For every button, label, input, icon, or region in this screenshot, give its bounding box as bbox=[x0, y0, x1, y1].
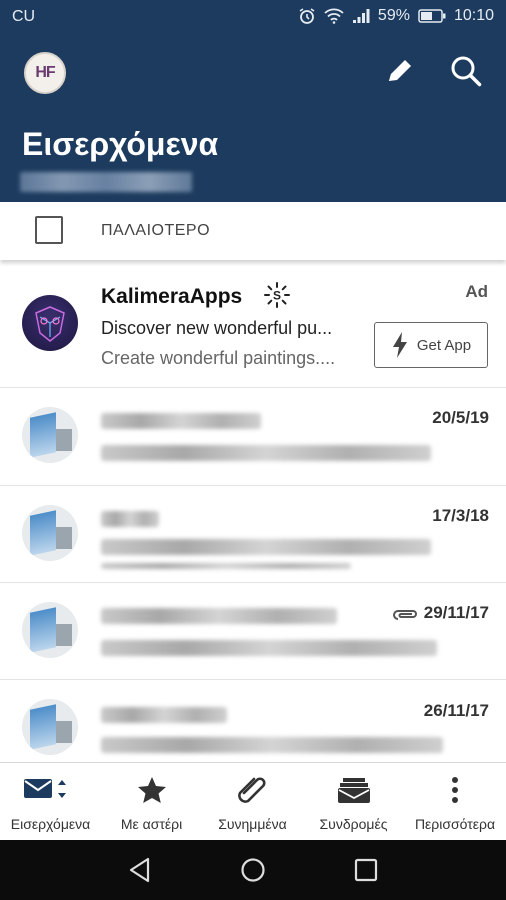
paperclip-icon bbox=[237, 777, 266, 803]
sender-blurred bbox=[101, 608, 337, 624]
nav-inbox-label: Εισερχόμενα bbox=[10, 816, 91, 832]
alarm-icon bbox=[299, 8, 315, 24]
system-nav-bar bbox=[0, 840, 506, 900]
status-bar: CU 59% 10:10 bbox=[0, 0, 506, 34]
message-date: 17/3/18 bbox=[432, 506, 489, 525]
nav-starred[interactable]: Με αστέρι bbox=[101, 763, 202, 841]
subject-blurred bbox=[101, 640, 437, 656]
sender-blurred bbox=[101, 707, 227, 723]
message-date: 20/5/19 bbox=[432, 408, 489, 427]
sender-blurred bbox=[101, 511, 159, 527]
sponsored-sun-icon: S bbox=[264, 282, 290, 308]
nav-more[interactable]: Περισσότερα bbox=[404, 763, 506, 841]
bottom-nav: Εισερχόμενα Με αστέρι Συνημμένα Συνδρομέ… bbox=[0, 762, 506, 841]
subscriptions-icon bbox=[337, 778, 370, 803]
message-row[interactable]: 29/11/17 bbox=[0, 582, 506, 680]
nav-attachments[interactable]: Συνημμένα bbox=[202, 763, 303, 841]
ad-badge: Ad bbox=[465, 282, 488, 301]
back-icon[interactable] bbox=[127, 857, 153, 883]
ad-avatar bbox=[22, 295, 78, 351]
sender-avatar bbox=[22, 505, 78, 561]
nav-starred-label: Με αστέρι bbox=[120, 816, 183, 832]
message-row[interactable]: 17/3/18 bbox=[0, 485, 506, 583]
battery-icon bbox=[418, 9, 446, 23]
message-row[interactable]: 26/11/17 bbox=[0, 679, 506, 762]
sender-blurred bbox=[101, 413, 261, 429]
ad-subject: Discover new wonderful pu... bbox=[101, 318, 333, 338]
star-icon bbox=[137, 777, 166, 803]
nav-more-label: Περισσότερα bbox=[414, 816, 496, 832]
ad-snippet: Create wonderful paintings.... bbox=[101, 348, 336, 368]
snippet-blurred bbox=[101, 563, 351, 569]
nav-subscriptions[interactable]: Συνδρομές bbox=[303, 763, 404, 841]
page-title: Εισερχόμενα bbox=[22, 126, 219, 162]
ad-sender: KalimeraApps bbox=[101, 285, 243, 308]
sender-avatar bbox=[22, 407, 78, 463]
battery-percent: 59% bbox=[377, 7, 410, 24]
message-row[interactable]: 20/5/19 bbox=[0, 387, 506, 486]
attachment-icon bbox=[393, 610, 417, 620]
sender-avatar bbox=[22, 602, 78, 658]
account-avatar[interactable]: HF bbox=[24, 52, 66, 94]
signal-icon bbox=[352, 9, 370, 23]
sort-filter-label[interactable]: ΠΑΛΑΙΟΤΕΡΟ bbox=[101, 222, 210, 240]
subject-blurred bbox=[101, 539, 431, 555]
recents-icon[interactable] bbox=[353, 857, 379, 883]
select-all-checkbox[interactable] bbox=[35, 216, 63, 244]
wifi-icon bbox=[324, 8, 344, 24]
carrier-label: CU bbox=[12, 8, 36, 25]
nav-attachments-label: Συνημμένα bbox=[218, 816, 287, 832]
get-app-label: Get App bbox=[416, 336, 472, 354]
mail-icon bbox=[24, 779, 66, 798]
status-icons: 59% 10:10 bbox=[298, 7, 494, 25]
avatar-initials: HF bbox=[35, 64, 55, 81]
message-date: 26/11/17 bbox=[423, 701, 489, 720]
owl-logo-icon bbox=[35, 306, 65, 342]
subject-blurred bbox=[101, 737, 443, 753]
nav-subscriptions-label: Συνδρομές bbox=[319, 816, 388, 832]
filter-bar: ΠΑΛΑΙΟΤΕΡΟ bbox=[0, 202, 506, 260]
get-app-button[interactable]: Get App bbox=[374, 322, 488, 368]
lightning-icon bbox=[392, 332, 407, 358]
sender-avatar bbox=[22, 699, 78, 755]
clock: 10:10 bbox=[453, 7, 494, 24]
more-icon bbox=[452, 777, 458, 803]
ad-row[interactable]: KalimeraApps S Ad Discover new wonderful… bbox=[0, 262, 506, 388]
nav-inbox[interactable]: Εισερχόμενα bbox=[0, 763, 101, 841]
subject-blurred bbox=[101, 445, 431, 461]
compose-icon[interactable] bbox=[383, 54, 417, 88]
search-icon[interactable] bbox=[449, 54, 483, 88]
account-email-blurred bbox=[20, 172, 192, 192]
svg-text:S: S bbox=[273, 289, 281, 303]
app-header: HF Εισερχόμενα bbox=[0, 34, 506, 202]
home-icon[interactable] bbox=[240, 857, 266, 883]
message-date: 29/11/17 bbox=[423, 603, 489, 622]
